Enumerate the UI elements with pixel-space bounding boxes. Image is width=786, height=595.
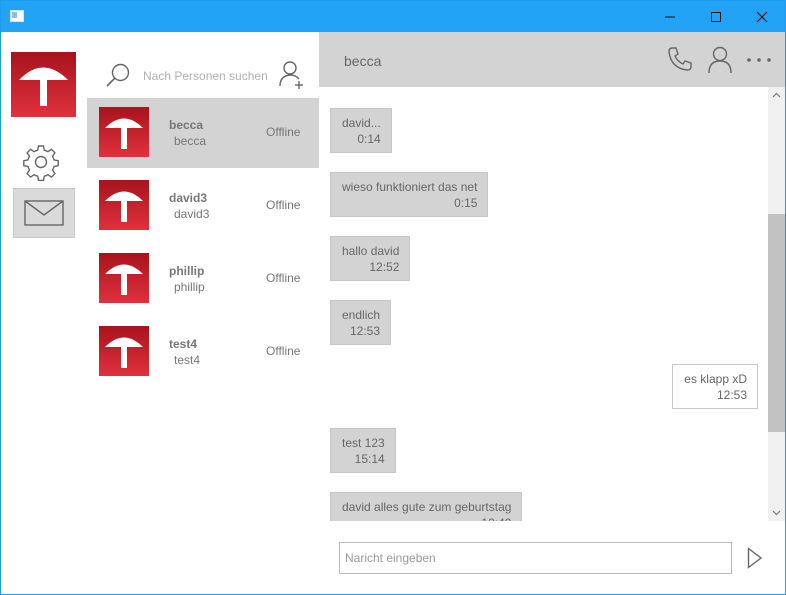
contact-item[interactable]: becca becca Offline (87, 98, 319, 168)
contact-status: Offline (266, 125, 301, 139)
contact-username: test4 (174, 353, 201, 367)
message-bubble-incoming: david alles gute zum geburtstag12:40 (330, 492, 523, 521)
scroll-down-arrow-icon[interactable] (768, 504, 785, 521)
app-window-icon (10, 10, 24, 22)
person-icon[interactable] (707, 46, 733, 74)
close-icon (756, 11, 768, 23)
chat-panel: becca david... 0:14 wieso funktioniert das… (319, 32, 785, 594)
message-bubble-incoming: endlich 12:53 (330, 300, 392, 345)
message-text: test 123 (342, 436, 385, 450)
message-time: 0:14 (357, 132, 381, 146)
title-bar (1, 1, 785, 32)
contact-username: david3 (174, 207, 210, 221)
messages-scrollbar[interactable] (768, 87, 785, 521)
contact-name: becca (169, 118, 204, 132)
message-time: 12:52 (369, 260, 400, 274)
avatar (99, 326, 149, 376)
envelope-icon (24, 200, 64, 226)
message-bubble-incoming: david... 0:14 (330, 108, 392, 153)
message-list[interactable]: david... 0:14 wieso funktioniert das net 0:… (319, 87, 785, 521)
contact-name: david3 (169, 191, 208, 205)
message-time: 0:15 (454, 196, 478, 210)
avatar (99, 107, 149, 157)
app-window: beccabeccaOfflinedavid3david3Offlinephil… (0, 0, 786, 595)
phone-icon[interactable] (667, 46, 693, 72)
close-button[interactable] (739, 1, 785, 32)
contacts-panel: beccabeccaOfflinedavid3david3Offlinephil… (87, 32, 319, 594)
contact-item[interactable]: david3 david3 Offline (87, 171, 319, 241)
send-icon[interactable] (747, 547, 763, 569)
message-text: david alles gute zum geburtstag (342, 500, 512, 514)
contact-name: test4 (169, 337, 198, 351)
message-bubble-incoming: wieso funktioniert das net 0:15 (330, 172, 489, 217)
search-icon[interactable] (105, 62, 131, 88)
message-text: wieso funktioniert das net (342, 180, 478, 194)
message-bubble-incoming: test 123 15:14 (330, 428, 396, 473)
message-time: 12:53 (716, 388, 747, 402)
contact-name: phillip (169, 264, 205, 278)
contact-item[interactable]: phillip phillip Offline (87, 244, 319, 314)
search-input[interactable] (143, 65, 267, 87)
message-text: hallo david (342, 244, 400, 258)
minimize-button[interactable] (647, 1, 693, 32)
message-bubble-incoming: hallo david 12:52 (330, 236, 411, 281)
message-text: es klapp xD (684, 372, 747, 386)
scroll-up-arrow-icon[interactable] (768, 87, 785, 104)
more-icon[interactable] (746, 56, 772, 64)
minimize-icon (665, 16, 675, 18)
message-time: 15:14 (354, 452, 385, 466)
avatar (99, 180, 149, 230)
scrollbar-thumb[interactable] (768, 214, 785, 432)
avatar (99, 253, 149, 303)
message-time: 12:53 (350, 324, 381, 338)
left-rail (1, 32, 87, 594)
maximize-icon (711, 12, 721, 22)
messages-button[interactable] (13, 188, 75, 238)
message-text: david... (342, 116, 381, 130)
contact-status: Offline (266, 198, 301, 212)
message-text: endlich (342, 308, 381, 322)
message-time: 12:40 (342, 515, 511, 521)
contact-username: becca (174, 134, 207, 148)
contact-item[interactable]: test4 test4 Offline (87, 317, 319, 387)
contact-status: Offline (266, 344, 301, 358)
contact-status: Offline (266, 271, 301, 285)
maximize-button[interactable] (693, 1, 739, 32)
contact-username: phillip (174, 280, 205, 294)
message-input[interactable] (339, 542, 732, 574)
add-user-icon[interactable] (279, 60, 307, 90)
chat-title: becca (344, 53, 382, 69)
umbrella-logo-icon[interactable] (11, 52, 76, 117)
chat-header: becca (319, 32, 785, 87)
gear-icon[interactable] (22, 143, 60, 181)
message-bubble-outgoing: es klapp xD 12:53 (672, 364, 758, 409)
